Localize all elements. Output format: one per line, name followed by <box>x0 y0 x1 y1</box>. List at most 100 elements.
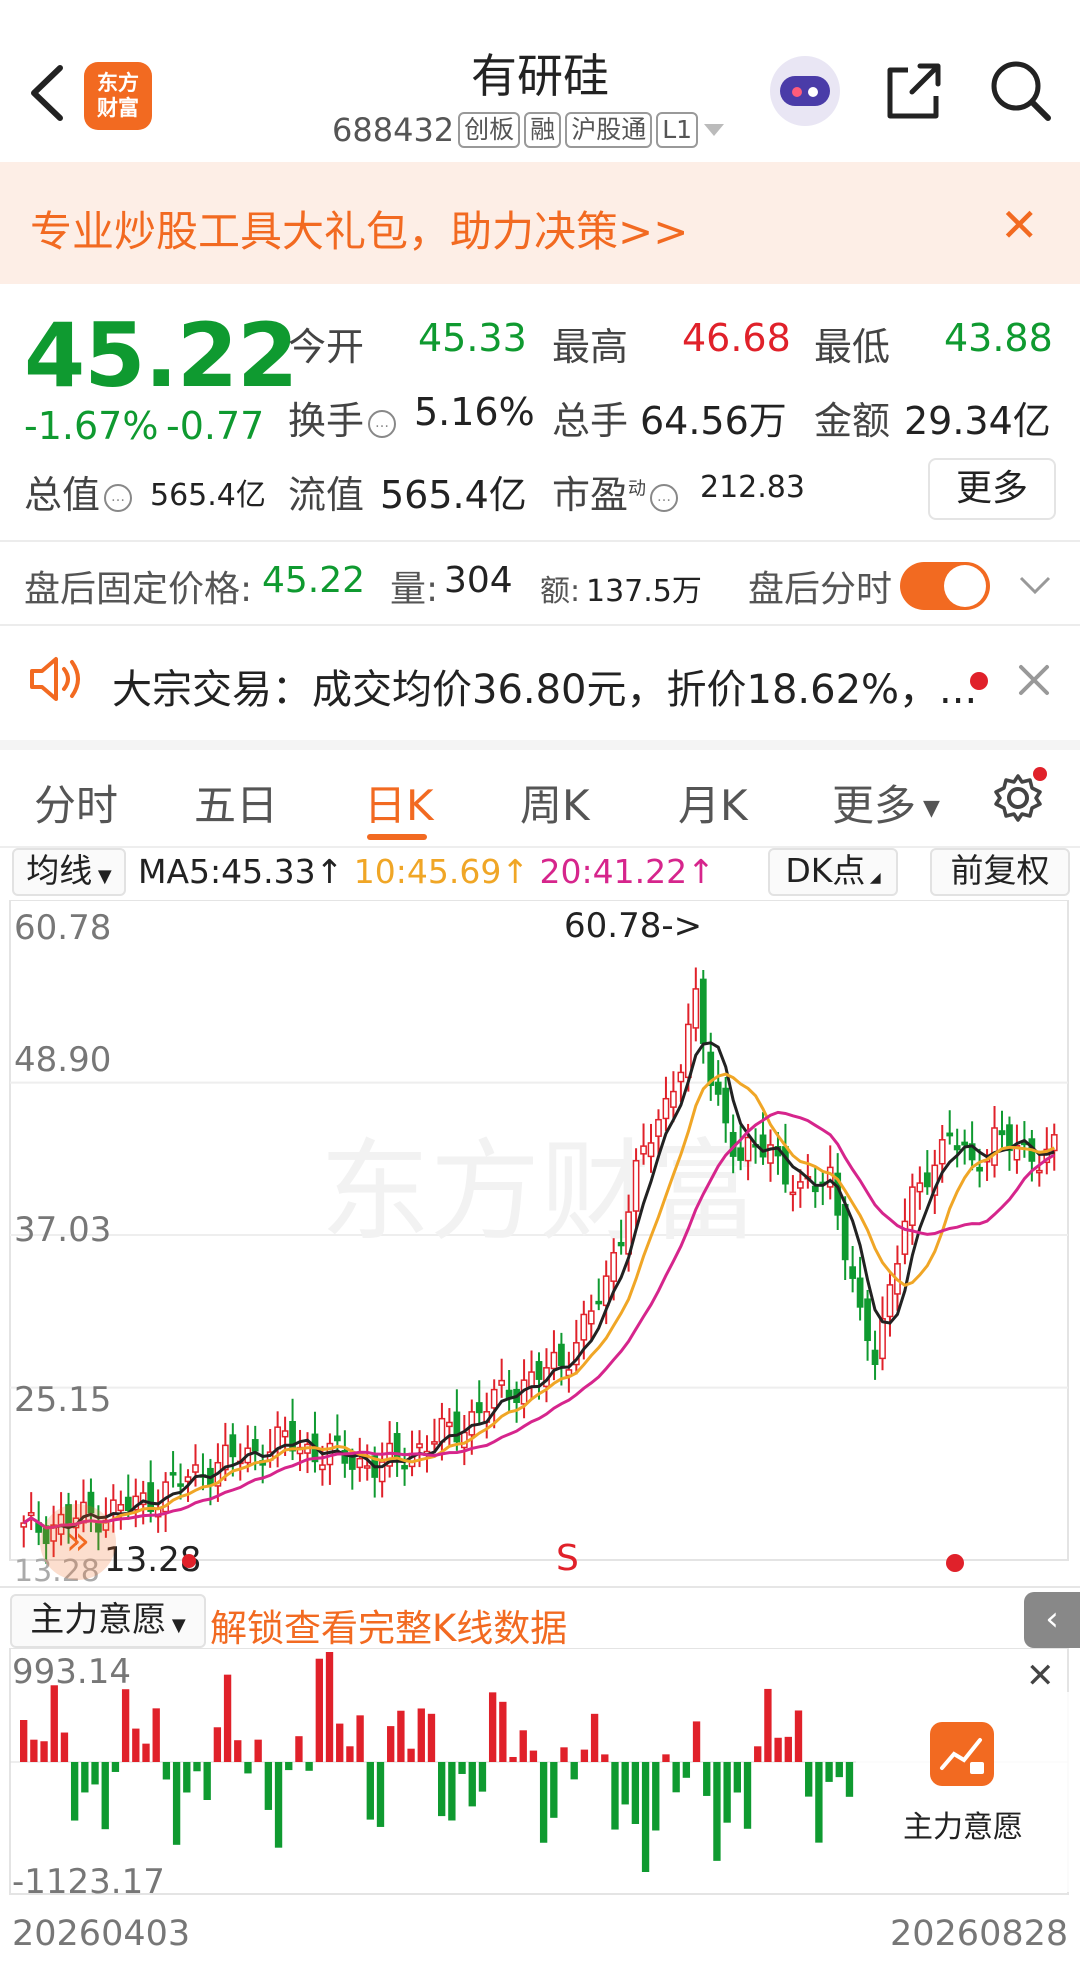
candle-body <box>528 1371 535 1388</box>
indicator-card[interactable]: 主力意愿 <box>856 1692 1070 1892</box>
adjust-button[interactable]: 前复权 <box>930 848 1070 896</box>
candle-body <box>498 1379 506 1386</box>
indicator-bar <box>560 1747 568 1762</box>
ma10-value: 10:45.69 <box>353 852 502 891</box>
promo-text[interactable]: 专业炒股工具大礼包，助力决策>> <box>30 198 688 259</box>
pe-label: 市盈动… <box>552 464 682 519</box>
indicator-bar <box>407 1748 415 1762</box>
indicator-bar <box>641 1762 650 1872</box>
after-hours-toggle[interactable] <box>900 562 990 610</box>
after-vol-label: 量: <box>390 569 439 610</box>
candle-body <box>610 1252 618 1282</box>
tab-more[interactable]: 更多 ▼ <box>832 772 940 833</box>
indicator-bar <box>733 1762 741 1793</box>
collapse-arrow-icon[interactable]: ‹ <box>1024 1592 1080 1648</box>
ai-assistant-icon[interactable] <box>770 56 840 126</box>
promo-banner[interactable]: 专业炒股工具大礼包，助力决策>> ✕ <box>0 162 1080 284</box>
candle-body <box>849 1266 857 1279</box>
promo-close-icon[interactable]: ✕ <box>1000 198 1039 252</box>
info-icon[interactable]: … <box>650 483 679 512</box>
indicator-bar <box>376 1762 385 1827</box>
tab-five-day[interactable]: 五日 <box>194 772 278 833</box>
candle-body <box>744 1136 752 1162</box>
indicator-bar <box>397 1710 405 1762</box>
candle-body <box>662 1097 670 1120</box>
candle-body <box>938 1139 946 1165</box>
after-vol-value: 304 <box>444 560 513 601</box>
indicator-bar <box>652 1762 660 1831</box>
indicator-bar <box>478 1762 487 1792</box>
ma20-value: 20:41.22 <box>539 852 688 891</box>
info-icon[interactable]: … <box>368 409 397 438</box>
candle-body <box>401 1465 408 1470</box>
watermark: 东方财富 <box>320 1128 760 1256</box>
candle-body <box>169 1472 177 1476</box>
indicator-bar <box>305 1762 313 1771</box>
ma-values: MA5:45.33↑ 10:45.69↑ 20:41.22↑ <box>138 852 715 891</box>
indicator-bar <box>519 1730 527 1762</box>
tab-monthly-k[interactable]: 月K <box>678 772 748 833</box>
indicator-max: 993.14 <box>12 1652 131 1692</box>
candle-body <box>976 1166 983 1172</box>
kline-svg[interactable]: 东方财富 <box>0 899 1080 1590</box>
tab-timeshare[interactable]: 分时 <box>34 772 118 833</box>
tag-board: 创板 <box>458 112 521 148</box>
candle-body <box>886 1284 894 1318</box>
ma-selector[interactable]: 均线 ▼ <box>12 848 126 896</box>
unlock-link[interactable]: 解锁查看完整K线数据 <box>210 1598 567 1652</box>
chevron-down-icon[interactable] <box>1018 574 1052 596</box>
turnover-label: 换手… <box>288 390 400 445</box>
kline-chart[interactable]: 东方财富 60.78 48.90 37.03 25.15 60.78-> 13.… <box>0 899 1080 1590</box>
candle-body <box>856 1277 864 1308</box>
indicator-bar <box>784 1736 792 1762</box>
close-icon[interactable] <box>1016 662 1052 698</box>
indicator-selector[interactable]: 主力意愿 ▼ <box>10 1594 206 1648</box>
candle-body <box>722 1087 730 1124</box>
fast-forward-icon[interactable]: » <box>40 1504 116 1580</box>
indicator-bar <box>111 1762 120 1772</box>
indicator-bar <box>438 1762 446 1817</box>
dk-point-button[interactable]: DK点 ◢ <box>768 848 898 896</box>
candle-body <box>416 1443 423 1449</box>
y-tick: 25.15 <box>14 1380 112 1420</box>
candle-body <box>684 1023 692 1079</box>
info-icon[interactable]: … <box>104 483 133 512</box>
settings-gear-icon[interactable] <box>990 766 1050 826</box>
indicator-bar <box>183 1762 191 1793</box>
indicator-bar <box>550 1762 558 1818</box>
indicator-bar <box>499 1701 507 1762</box>
open-label: 今开 <box>288 325 365 369</box>
float-value: 565.4亿 <box>380 473 527 517</box>
candle-body <box>356 1457 364 1469</box>
stock-code-line[interactable]: 688432 创板 融 沪股通 L1 <box>332 110 726 150</box>
unread-dot <box>970 672 988 690</box>
divider <box>0 624 1080 626</box>
indicator-bar <box>743 1762 752 1829</box>
after-timeshare-label: 盘后分时 <box>748 569 893 610</box>
candle-body <box>124 1496 132 1512</box>
tab-daily-k[interactable]: 日K <box>364 772 434 833</box>
more-quote-button[interactable]: 更多 <box>928 458 1056 520</box>
candle-body <box>909 1186 916 1226</box>
candle-body <box>617 1241 625 1247</box>
candle-body <box>632 1159 640 1212</box>
candle-body <box>916 1182 924 1193</box>
indicator-bar <box>60 1732 69 1762</box>
candle-body <box>490 1388 498 1409</box>
change-percent: -1.67% <box>24 404 159 448</box>
y-tick: 48.90 <box>14 1040 112 1080</box>
high-label: 最高 <box>552 325 629 369</box>
tab-weekly-k[interactable]: 周K <box>520 772 590 833</box>
block-trade-text[interactable]: 大宗交易：成交均价36.80元，折价18.62%，... <box>112 657 977 715</box>
indicator-bar <box>458 1762 466 1774</box>
indicator-bar <box>529 1750 538 1762</box>
candle-body <box>319 1464 326 1471</box>
search-icon[interactable] <box>986 56 1056 126</box>
indicator-bar <box>825 1762 833 1782</box>
indicator-bar <box>70 1762 79 1821</box>
indicator-bar <box>672 1762 680 1793</box>
candle-body <box>871 1349 879 1365</box>
share-icon[interactable] <box>878 56 948 126</box>
indicator-close-icon[interactable]: ✕ <box>1026 1656 1055 1696</box>
indicator-bar <box>254 1739 262 1762</box>
